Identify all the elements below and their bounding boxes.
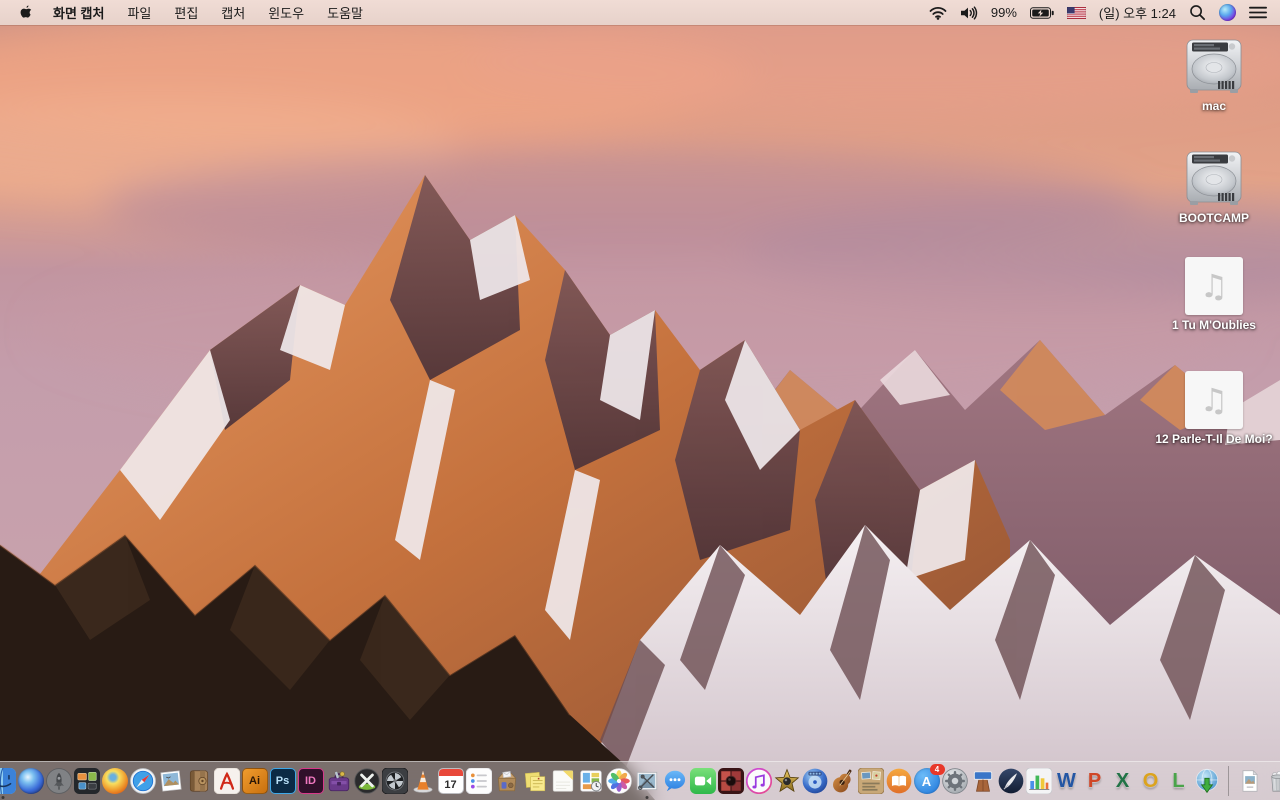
dock-x-utility-icon[interactable] bbox=[353, 768, 380, 794]
menu-bar: 화면 캡처 파일 편집 캡처 윈도우 도움말 99% (일) 오후 1:24 bbox=[0, 0, 1280, 25]
excel-letter: X bbox=[1115, 770, 1130, 792]
menu-edit[interactable]: 편집 bbox=[174, 3, 198, 22]
dock-downloader-icon[interactable] bbox=[1194, 768, 1220, 794]
dock-docs-clock-utility-icon[interactable] bbox=[578, 768, 604, 794]
dock-vlc-icon[interactable] bbox=[410, 768, 436, 794]
desktop-icon-mac[interactable]: mac bbox=[1154, 36, 1274, 113]
apple-menu-icon[interactable] bbox=[20, 4, 34, 21]
dock-app-store-icon[interactable]: A 4 bbox=[913, 764, 945, 794]
hard-drive-icon bbox=[1154, 148, 1274, 208]
dock-iweb-icon[interactable] bbox=[857, 768, 884, 794]
photoshop-letters: Ps bbox=[275, 775, 290, 787]
powerpoint-letter: P bbox=[1087, 770, 1102, 792]
desktop-icon-audio-1[interactable]: ♫ 1 Tu M'Oublies bbox=[1154, 257, 1274, 332]
dock: Ai Ps ID 17 ■ A 4 W P X O L bbox=[0, 761, 1280, 800]
dock-screen-capture-icon[interactable] bbox=[634, 768, 660, 794]
audio-file-icon: ♫ bbox=[1185, 257, 1243, 315]
dock-screenshot-file-icon[interactable] bbox=[1237, 768, 1263, 794]
word-letter: W bbox=[1057, 770, 1076, 792]
music-note-glyph: ♫ bbox=[1199, 267, 1229, 305]
calendar-day: 17 bbox=[444, 778, 457, 791]
indesign-letters: ID bbox=[305, 775, 316, 787]
dock-word-icon[interactable]: W bbox=[1054, 768, 1080, 794]
dock-imovie-icon[interactable] bbox=[774, 768, 800, 794]
desktop-icon-audio-2[interactable]: ♫ 12 Parle-T-Il De Moi? bbox=[1154, 371, 1274, 446]
dock-contacts-icon[interactable] bbox=[186, 768, 212, 794]
dock-facetime-icon[interactable] bbox=[689, 768, 716, 794]
dock-garageband-icon[interactable] bbox=[830, 768, 856, 794]
dock-lync-icon[interactable]: L bbox=[1166, 768, 1192, 794]
svg-text:■: ■ bbox=[537, 776, 539, 780]
dock-stickies-icon[interactable]: ■ bbox=[522, 768, 548, 794]
dock-firefox-icon[interactable] bbox=[101, 768, 128, 794]
dock-photos-icon[interactable] bbox=[605, 768, 632, 794]
dock-keynote-icon[interactable] bbox=[970, 768, 996, 794]
illustrator-letters: Ai bbox=[249, 775, 260, 787]
hard-drive-icon bbox=[1154, 36, 1274, 96]
desktop-icon-label: 1 Tu M'Oublies bbox=[1172, 318, 1256, 332]
menu-file[interactable]: 파일 bbox=[127, 3, 151, 22]
siri-icon[interactable] bbox=[1219, 4, 1236, 21]
menu-clock[interactable]: (일) 오후 1:24 bbox=[1099, 3, 1176, 22]
dock-pages-icon[interactable] bbox=[998, 768, 1024, 794]
lync-letter: L bbox=[1172, 770, 1185, 792]
dock-toolbox-utility-icon[interactable] bbox=[326, 768, 352, 794]
dock-indesign-icon[interactable]: ID bbox=[297, 768, 324, 794]
dock-messages-icon[interactable] bbox=[662, 768, 688, 794]
music-note-glyph: ♫ bbox=[1199, 381, 1229, 419]
audio-file-icon: ♫ bbox=[1185, 371, 1243, 429]
notification-center-icon[interactable] bbox=[1249, 6, 1267, 19]
dock-fan-utility-icon[interactable] bbox=[381, 768, 408, 794]
calendar-header bbox=[438, 769, 463, 776]
battery-percent: 99% bbox=[990, 5, 1017, 20]
dock-ibooks-icon[interactable] bbox=[886, 768, 912, 794]
dock-calendar-icon[interactable]: 17 bbox=[437, 768, 464, 794]
desktop-icon-label: mac bbox=[1201, 99, 1227, 113]
wifi-icon[interactable] bbox=[929, 6, 947, 20]
menu-help[interactable]: 도움말 bbox=[327, 3, 363, 22]
dock-photoshop-icon[interactable]: Ps bbox=[269, 768, 296, 794]
menu-capture[interactable]: 캡처 bbox=[221, 3, 245, 22]
dock-safari-icon[interactable] bbox=[129, 768, 156, 794]
dock-itunes-icon[interactable] bbox=[745, 768, 772, 794]
dock-launchpad-icon[interactable] bbox=[45, 768, 72, 794]
dock-excel-icon[interactable]: X bbox=[1110, 768, 1136, 794]
dock-illustrator-icon[interactable]: Ai bbox=[241, 768, 268, 794]
dock-numbers-icon[interactable] bbox=[1025, 768, 1052, 794]
sierra-mountain-wallpaper bbox=[0, 0, 1280, 800]
dock-photo-booth-icon[interactable] bbox=[717, 768, 744, 794]
desktop-icon-label: 12 Parle-T-Il De Moi? bbox=[1155, 432, 1273, 446]
app-store-letter: A bbox=[921, 773, 932, 789]
active-app-menu[interactable]: 화면 캡처 bbox=[53, 3, 104, 22]
outlook-letter: O bbox=[1142, 770, 1159, 792]
dock-outlook-icon[interactable]: O bbox=[1138, 768, 1164, 794]
desktop-icon-bootcamp[interactable]: BOOTCAMP bbox=[1154, 148, 1274, 225]
dock-mission-control-icon[interactable] bbox=[73, 768, 100, 794]
dock-trash-icon[interactable] bbox=[1265, 768, 1280, 794]
dock-separator bbox=[1227, 766, 1229, 796]
volume-icon[interactable] bbox=[960, 5, 978, 20]
dock-notes-icon[interactable] bbox=[550, 768, 576, 794]
dock-idvd-icon[interactable] bbox=[802, 768, 828, 794]
dock-reminders-icon[interactable] bbox=[465, 768, 492, 794]
dock-mail-archive-box-icon[interactable] bbox=[494, 768, 520, 794]
battery-charging-icon[interactable] bbox=[1029, 6, 1054, 19]
spotlight-search-icon[interactable] bbox=[1189, 4, 1206, 21]
desktop-icon-label: BOOTCAMP bbox=[1179, 211, 1249, 225]
dock-preview-icon[interactable] bbox=[158, 768, 184, 794]
dock-finder-icon[interactable] bbox=[0, 768, 16, 794]
app-store-badge: 4 bbox=[929, 764, 945, 775]
dock-acrobat-icon[interactable] bbox=[213, 768, 240, 794]
dock-powerpoint-icon[interactable]: P bbox=[1082, 768, 1108, 794]
us-flag-icon[interactable] bbox=[1066, 6, 1086, 19]
dock-system-preferences-icon[interactable] bbox=[941, 768, 968, 794]
dock-siri-icon[interactable] bbox=[17, 768, 44, 794]
menu-window[interactable]: 윈도우 bbox=[268, 3, 304, 22]
